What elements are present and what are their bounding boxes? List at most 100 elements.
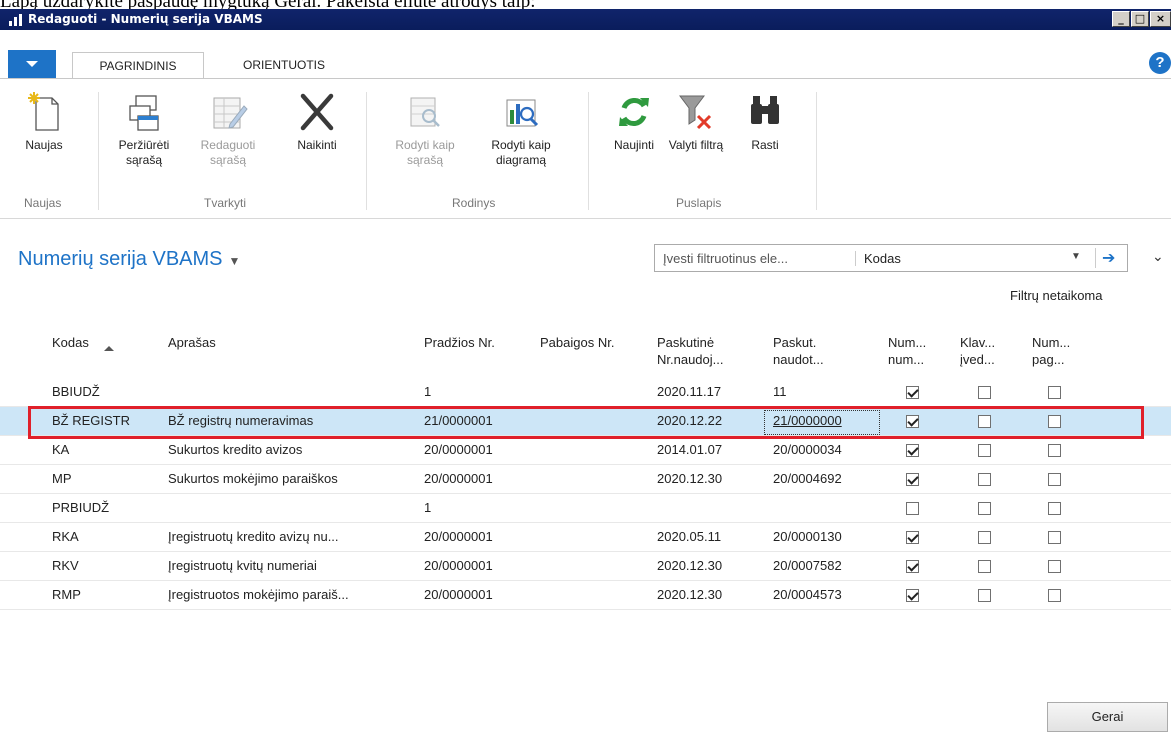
- checkbox[interactable]: [978, 560, 991, 573]
- cell-data[interactable]: 2020.12.30: [657, 587, 722, 602]
- cell-paskut[interactable]: 20/0004573: [773, 587, 842, 602]
- ok-button[interactable]: Gerai: [1047, 702, 1168, 732]
- close-button[interactable]: ×: [1150, 11, 1171, 27]
- cell-paskut[interactable]: 20/0004692: [773, 471, 842, 486]
- checkbox[interactable]: [906, 502, 919, 515]
- table-row[interactable]: RMP Įregistruotos mokėjimo paraiš... 20/00…: [0, 581, 1171, 610]
- cell-pradzios[interactable]: 20/0000001: [424, 558, 493, 573]
- cell-paskut[interactable]: 20/0000130: [773, 529, 842, 544]
- refresh-button[interactable]: Naujinti: [604, 90, 664, 153]
- checkbox[interactable]: [978, 473, 991, 486]
- column-header-num-pag[interactable]: Num... pag...: [1032, 334, 1074, 368]
- tab-pagrindinis[interactable]: PAGRINDINIS: [72, 52, 204, 79]
- cell-aprasas[interactable]: BŽ registrų numeravimas: [168, 413, 313, 428]
- find-button[interactable]: Rasti: [740, 90, 790, 153]
- cell-pradzios[interactable]: 20/0000001: [424, 529, 493, 544]
- show-as-list-button[interactable]: Rodyti kaip sąrašą: [380, 90, 470, 168]
- cell-data[interactable]: 2020.05.11: [657, 529, 721, 544]
- page-title[interactable]: Numerių serija VBAMS ▼: [18, 248, 240, 271]
- cell-aprasas[interactable]: Įregistruotų kredito avizų nu...: [168, 529, 339, 544]
- view-list-button[interactable]: Peržiūrėti sąrašą: [112, 90, 176, 168]
- cell-aprasas[interactable]: Įregistruotos mokėjimo paraiš...: [168, 587, 349, 602]
- chevron-down-icon[interactable]: ▼: [1071, 251, 1081, 262]
- cell-data[interactable]: 2020.12.30: [657, 558, 722, 573]
- column-header-num-num[interactable]: Num... num...: [888, 334, 930, 368]
- checkbox[interactable]: [978, 502, 991, 515]
- cell-data[interactable]: 2014.01.07: [657, 442, 722, 457]
- checkbox[interactable]: [1048, 415, 1061, 428]
- checkbox[interactable]: [1048, 444, 1061, 457]
- cell-paskut[interactable]: 21/0000000: [773, 413, 842, 428]
- cell-kodas[interactable]: RKV: [52, 558, 79, 573]
- checkbox[interactable]: [906, 386, 919, 399]
- cell-kodas[interactable]: RKA: [52, 529, 79, 544]
- tab-orientuotis[interactable]: ORIENTUOTIS: [214, 52, 354, 79]
- new-button[interactable]: Naujas: [14, 90, 74, 153]
- column-header-kodas[interactable]: Kodas: [52, 334, 89, 351]
- checkbox[interactable]: [1048, 502, 1061, 515]
- cell-pradzios[interactable]: 1: [424, 384, 431, 399]
- checkbox[interactable]: [906, 589, 919, 602]
- cell-pradzios[interactable]: 1: [424, 500, 431, 515]
- column-header-paskutine-data[interactable]: Paskutinė Nr.naudoj...: [657, 334, 737, 368]
- checkbox[interactable]: [906, 473, 919, 486]
- help-icon[interactable]: ?: [1149, 52, 1171, 74]
- column-header-aprasas[interactable]: Aprašas: [168, 334, 216, 351]
- table-row[interactable]: KA Sukurtos kredito avizos 20/0000001 2014.…: [0, 436, 1171, 465]
- checkbox[interactable]: [978, 415, 991, 428]
- table-row[interactable]: MP Sukurtos mokėjimo paraiškos 20/0000001 2…: [0, 465, 1171, 494]
- column-header-klav-ived[interactable]: Klav... įved...: [960, 334, 1002, 368]
- cell-kodas[interactable]: BBIUDŽ: [52, 384, 100, 399]
- table-row[interactable]: RKV Įregistruotų kvitų numeriai 20/0000001…: [0, 552, 1171, 581]
- delete-button[interactable]: Naikinti: [290, 90, 344, 153]
- cell-kodas[interactable]: BŽ REGISTR: [52, 413, 130, 428]
- cell-paskut[interactable]: 20/0007582: [773, 558, 842, 573]
- cell-pradzios[interactable]: 20/0000001: [424, 471, 493, 486]
- edit-list-button[interactable]: Redaguoti sąrašą: [196, 90, 260, 168]
- cell-paskut[interactable]: 11: [773, 384, 787, 399]
- app-menu-button[interactable]: [8, 50, 56, 78]
- filter-field-select[interactable]: Kodas: [855, 251, 1085, 266]
- table-row[interactable]: BŽ REGISTR BŽ registrų numeravimas 21/0000…: [0, 407, 1171, 436]
- cell-data[interactable]: 2020.12.30: [657, 471, 722, 486]
- table-row[interactable]: RKA Įregistruotų kredito avizų nu... 20/00…: [0, 523, 1171, 552]
- cell-data[interactable]: 2020.11.17: [657, 384, 721, 399]
- table-row[interactable]: BBIUDŽ 1 2020.11.17 11: [0, 378, 1171, 407]
- cell-aprasas[interactable]: Sukurtos kredito avizos: [168, 442, 302, 457]
- cell-kodas[interactable]: RMP: [52, 587, 81, 602]
- checkbox[interactable]: [1048, 560, 1061, 573]
- column-header-paskut-naudot[interactable]: Paskut. naudot...: [773, 334, 847, 368]
- chevron-down-icon[interactable]: ⌄: [1152, 248, 1164, 265]
- table-row[interactable]: PRBIUDŽ 1: [0, 494, 1171, 523]
- checkbox[interactable]: [906, 444, 919, 457]
- cell-pradzios[interactable]: 20/0000001: [424, 442, 493, 457]
- checkbox[interactable]: [1048, 473, 1061, 486]
- cell-paskut[interactable]: 20/0000034: [773, 442, 842, 457]
- checkbox[interactable]: [978, 386, 991, 399]
- checkbox[interactable]: [978, 531, 991, 544]
- cell-pradzios[interactable]: 20/0000001: [424, 587, 493, 602]
- checkbox[interactable]: [978, 589, 991, 602]
- cell-kodas[interactable]: PRBIUDŽ: [52, 500, 109, 515]
- checkbox[interactable]: [978, 444, 991, 457]
- maximize-button[interactable]: □: [1131, 11, 1149, 27]
- cell-aprasas[interactable]: Įregistruotų kvitų numeriai: [168, 558, 317, 573]
- show-as-chart-button[interactable]: Rodyti kaip diagramą: [478, 90, 564, 168]
- cell-pradzios[interactable]: 21/0000001: [424, 413, 493, 428]
- checkbox[interactable]: [906, 415, 919, 428]
- cell-kodas[interactable]: MP: [52, 471, 72, 486]
- checkbox[interactable]: [906, 560, 919, 573]
- cell-aprasas[interactable]: Sukurtos mokėjimo paraiškos: [168, 471, 338, 486]
- checkbox[interactable]: [1048, 531, 1061, 544]
- cell-kodas[interactable]: KA: [52, 442, 69, 457]
- checkbox[interactable]: [1048, 386, 1061, 399]
- minimize-button[interactable]: _: [1112, 11, 1130, 27]
- checkbox[interactable]: [906, 531, 919, 544]
- column-header-pabaigos[interactable]: Pabaigos Nr.: [540, 334, 614, 351]
- cell-data[interactable]: 2020.12.22: [657, 413, 722, 428]
- arrow-right-icon[interactable]: ➔: [1095, 248, 1115, 268]
- column-header-pradzios[interactable]: Pradžios Nr.: [424, 334, 495, 351]
- filter-input[interactable]: Įvesti filtruotinus ele...: [663, 251, 788, 266]
- checkbox[interactable]: [1048, 589, 1061, 602]
- clear-filter-button[interactable]: Valyti filtrą: [666, 90, 726, 153]
